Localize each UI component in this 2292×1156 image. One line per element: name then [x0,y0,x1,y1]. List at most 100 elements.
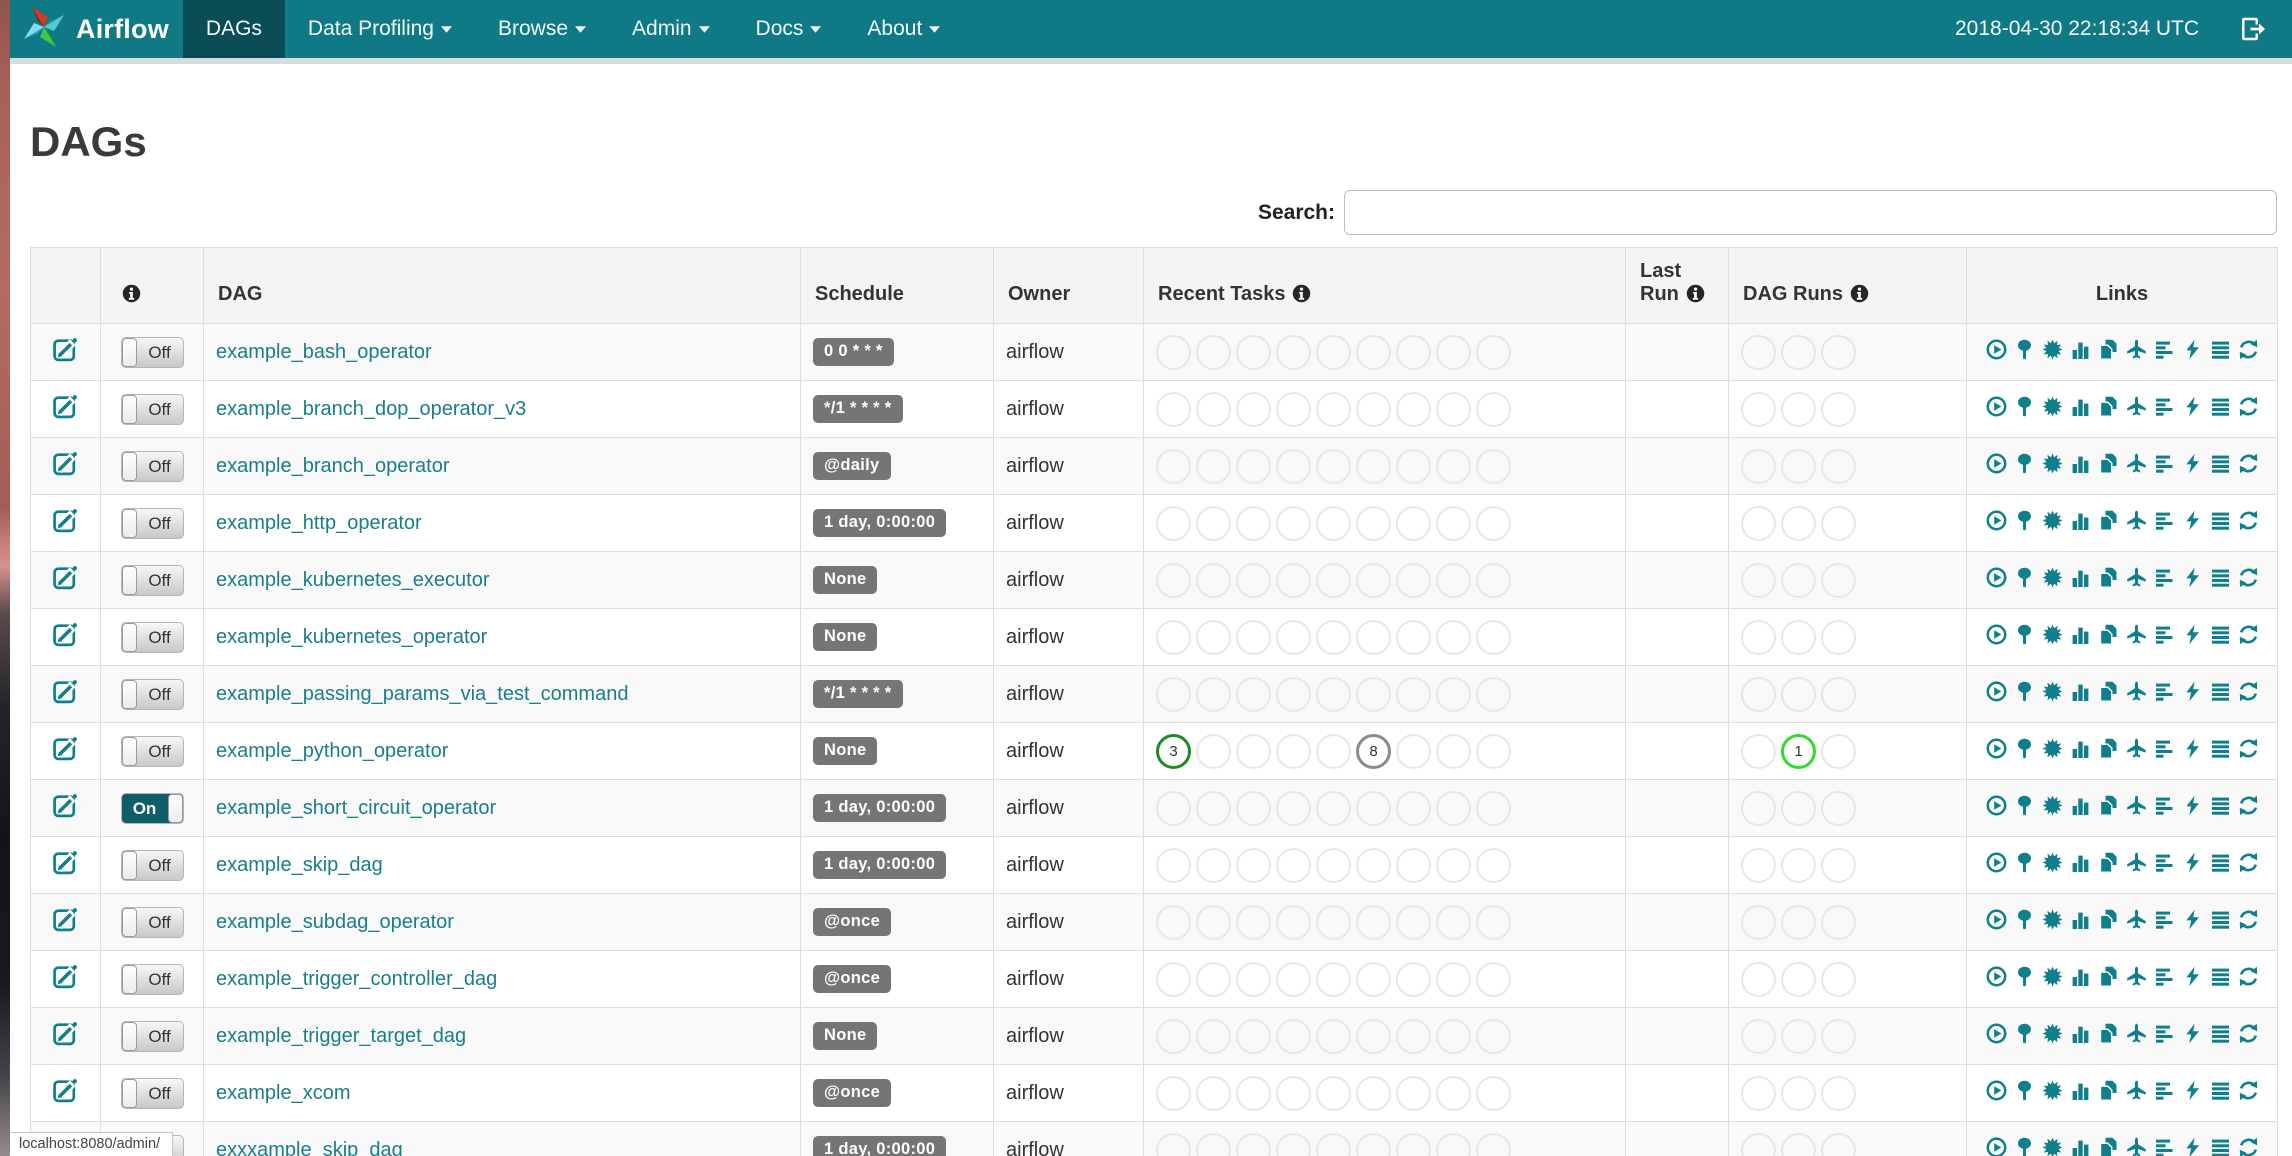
refresh-icon[interactable] [2238,510,2259,531]
refresh-icon[interactable] [2238,909,2259,930]
align-justify-icon[interactable] [2210,624,2231,645]
edit-dag-button[interactable] [52,621,79,654]
tree-icon[interactable] [2014,396,2035,417]
lightning-icon[interactable] [2182,1023,2203,1044]
plane-icon[interactable] [2126,681,2147,702]
duplicate-icon[interactable] [2098,453,2119,474]
duplicate-icon[interactable] [2098,1080,2119,1101]
align-justify-icon[interactable] [2210,681,2231,702]
dag-link[interactable]: example_python_operator [216,740,448,762]
refresh-icon[interactable] [2238,453,2259,474]
bar-chart-icon[interactable] [2070,453,2091,474]
lightning-icon[interactable] [2182,567,2203,588]
refresh-icon[interactable] [2238,339,2259,360]
dag-link[interactable]: example_trigger_controller_dag [216,968,497,990]
align-justify-icon[interactable] [2210,852,2231,873]
dag-link[interactable]: example_http_operator [216,512,422,534]
dag-pause-toggle[interactable]: Off [120,849,184,881]
sunburst-icon[interactable] [2042,510,2063,531]
plane-icon[interactable] [2126,738,2147,759]
play-circle-icon[interactable] [1986,681,2007,702]
dag-link[interactable]: example_short_circuit_operator [216,797,496,819]
refresh-icon[interactable] [2238,1023,2259,1044]
edit-dag-button[interactable] [52,1077,79,1110]
align-justify-icon[interactable] [2210,1137,2231,1156]
bar-chart-icon[interactable] [2070,396,2091,417]
plane-icon[interactable] [2126,1080,2147,1101]
refresh-icon[interactable] [2238,738,2259,759]
sunburst-icon[interactable] [2042,339,2063,360]
duplicate-icon[interactable] [2098,567,2119,588]
tree-icon[interactable] [2014,1137,2035,1156]
lightning-icon[interactable] [2182,681,2203,702]
plane-icon[interactable] [2126,966,2147,987]
lightning-icon[interactable] [2182,624,2203,645]
edit-dag-button[interactable] [52,963,79,996]
dag-link[interactable]: example_kubernetes_operator [216,626,487,648]
sunburst-icon[interactable] [2042,852,2063,873]
dag-pause-toggle[interactable]: Off [120,621,184,653]
lightning-icon[interactable] [2182,453,2203,474]
duplicate-icon[interactable] [2098,1137,2119,1156]
refresh-icon[interactable] [2238,966,2259,987]
dag-pause-toggle[interactable]: Off [120,1077,184,1109]
bar-chart-icon[interactable] [2070,339,2091,360]
refresh-icon[interactable] [2238,795,2259,816]
recent-task-count-circle[interactable]: 8 [1356,733,1391,769]
dag-pause-toggle[interactable]: Off [120,393,184,425]
edit-dag-button[interactable] [52,849,79,882]
align-justify-icon[interactable] [2210,1023,2231,1044]
duplicate-icon[interactable] [2098,681,2119,702]
plane-icon[interactable] [2126,510,2147,531]
lightning-icon[interactable] [2182,1137,2203,1156]
edit-dag-button[interactable] [52,678,79,711]
plane-icon[interactable] [2126,852,2147,873]
align-left-icon[interactable] [2154,1080,2175,1101]
play-circle-icon[interactable] [1986,738,2007,759]
dag-link[interactable]: example_xcom [216,1082,351,1104]
align-left-icon[interactable] [2154,624,2175,645]
sunburst-icon[interactable] [2042,567,2063,588]
align-left-icon[interactable] [2154,567,2175,588]
dag-link[interactable]: exxxample_skip_dag [216,1139,403,1156]
align-justify-icon[interactable] [2210,909,2231,930]
bar-chart-icon[interactable] [2070,567,2091,588]
play-circle-icon[interactable] [1986,1137,2007,1156]
lightning-icon[interactable] [2182,795,2203,816]
sunburst-icon[interactable] [2042,966,2063,987]
play-circle-icon[interactable] [1986,1023,2007,1044]
duplicate-icon[interactable] [2098,909,2119,930]
align-left-icon[interactable] [2154,510,2175,531]
play-circle-icon[interactable] [1986,966,2007,987]
edit-dag-button[interactable] [52,393,79,426]
tree-icon[interactable] [2014,1023,2035,1044]
align-justify-icon[interactable] [2210,567,2231,588]
lightning-icon[interactable] [2182,909,2203,930]
dag-pause-toggle[interactable]: Off [120,735,184,767]
plane-icon[interactable] [2126,1137,2147,1156]
play-circle-icon[interactable] [1986,567,2007,588]
dag-link[interactable]: example_branch_dop_operator_v3 [216,398,526,420]
play-circle-icon[interactable] [1986,795,2007,816]
bar-chart-icon[interactable] [2070,852,2091,873]
duplicate-icon[interactable] [2098,966,2119,987]
play-circle-icon[interactable] [1986,396,2007,417]
nav-item-admin[interactable]: Admin [609,0,733,58]
edit-dag-button[interactable] [52,735,79,768]
sunburst-icon[interactable] [2042,1023,2063,1044]
nav-item-data-profiling[interactable]: Data Profiling [285,0,475,58]
duplicate-icon[interactable] [2098,396,2119,417]
sunburst-icon[interactable] [2042,1080,2063,1101]
align-justify-icon[interactable] [2210,1080,2231,1101]
sunburst-icon[interactable] [2042,681,2063,702]
sunburst-icon[interactable] [2042,624,2063,645]
tree-icon[interactable] [2014,852,2035,873]
align-left-icon[interactable] [2154,909,2175,930]
dag-pause-toggle[interactable]: Off [120,906,184,938]
edit-dag-button[interactable] [52,792,79,825]
dag-link[interactable]: example_bash_operator [216,341,432,363]
bar-chart-icon[interactable] [2070,624,2091,645]
dag-link[interactable]: example_passing_params_via_test_command [216,683,628,705]
dag-pause-toggle[interactable]: On [120,792,184,824]
play-circle-icon[interactable] [1986,453,2007,474]
